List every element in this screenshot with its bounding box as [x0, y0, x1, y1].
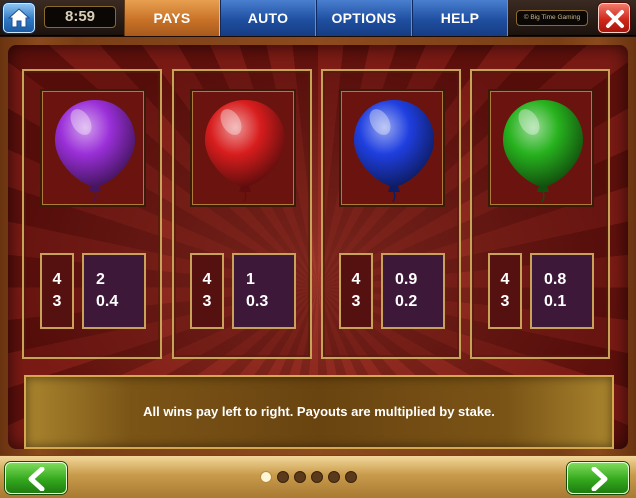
payout-value: 2 [96, 271, 105, 288]
match-count: 4 [202, 271, 212, 288]
payout-box: 1 0.3 [232, 253, 296, 329]
tab-options[interactable]: OPTIONS [316, 0, 412, 36]
previous-page-button[interactable] [5, 462, 67, 494]
page-dot[interactable] [345, 471, 357, 483]
payout-box: 0.9 0.2 [381, 253, 445, 329]
payout-value: 0.3 [246, 293, 269, 310]
match-count-box: 4 3 [40, 253, 74, 329]
payout-value: 0.1 [544, 293, 567, 310]
balloon-frame [488, 89, 594, 207]
match-count-box: 4 3 [190, 253, 224, 329]
close-button[interactable] [598, 3, 630, 33]
balloon-frame [40, 89, 146, 207]
tab-bar: PAYS AUTO OPTIONS HELP [124, 0, 508, 36]
top-bar: 8:59 PAYS AUTO OPTIONS HELP © Big Time G… [0, 0, 636, 36]
next-page-button[interactable] [567, 462, 629, 494]
match-count-box: 4 3 [339, 253, 373, 329]
purple-balloon-icon [55, 100, 135, 202]
match-count: 3 [202, 293, 212, 310]
balloon-frame [339, 89, 445, 207]
match-count: 4 [500, 271, 510, 288]
payout-box: 2 0.4 [82, 253, 146, 329]
payout-value: 0.2 [395, 293, 418, 310]
symbol-card-purple: 4 3 2 0.4 [22, 69, 162, 359]
chevron-left-icon [28, 467, 45, 491]
home-button[interactable] [3, 3, 35, 33]
green-balloon-icon [503, 100, 583, 202]
payout-value: 0.8 [544, 271, 567, 288]
tab-auto[interactable]: AUTO [220, 0, 316, 36]
page-dot[interactable] [277, 471, 289, 483]
match-count: 4 [351, 271, 361, 288]
page-indicator [260, 471, 357, 485]
red-balloon-icon [205, 100, 285, 202]
payout-value: 1 [246, 271, 255, 288]
payout-value: 0.9 [395, 271, 418, 288]
balloon-frame [190, 89, 296, 207]
close-icon [606, 10, 624, 28]
info-text: All wins pay left to right. Payouts are … [143, 404, 495, 419]
home-icon [8, 8, 30, 28]
paytable-panel: 4 3 2 0.4 4 3 1 0.3 4 3 0.9 0.2 4 3 0.8 … [0, 37, 636, 455]
blue-balloon-icon [354, 100, 434, 202]
chevron-right-icon [591, 467, 608, 491]
tab-pays[interactable]: PAYS [124, 0, 220, 36]
match-count: 3 [351, 293, 361, 310]
symbol-card-green: 4 3 0.8 0.1 [470, 69, 610, 359]
match-count: 3 [52, 293, 62, 310]
bottom-bar [0, 455, 636, 498]
page-dot[interactable] [311, 471, 323, 483]
symbol-card-blue: 4 3 0.9 0.2 [321, 69, 461, 359]
paytable-background: 4 3 2 0.4 4 3 1 0.3 4 3 0.9 0.2 4 3 0.8 … [8, 45, 628, 449]
brand-logo: © Big Time Gaming [516, 10, 588, 26]
match-count: 4 [52, 271, 62, 288]
page-dot[interactable] [260, 471, 272, 483]
clock: 8:59 [44, 6, 116, 28]
page-dot[interactable] [294, 471, 306, 483]
match-count: 3 [500, 293, 510, 310]
tab-help[interactable]: HELP [412, 0, 508, 36]
info-panel: All wins pay left to right. Payouts are … [24, 375, 614, 449]
payout-value: 0.4 [96, 293, 119, 310]
payout-box: 0.8 0.1 [530, 253, 594, 329]
match-count-box: 4 3 [488, 253, 522, 329]
symbol-card-red: 4 3 1 0.3 [172, 69, 312, 359]
page-dot[interactable] [328, 471, 340, 483]
